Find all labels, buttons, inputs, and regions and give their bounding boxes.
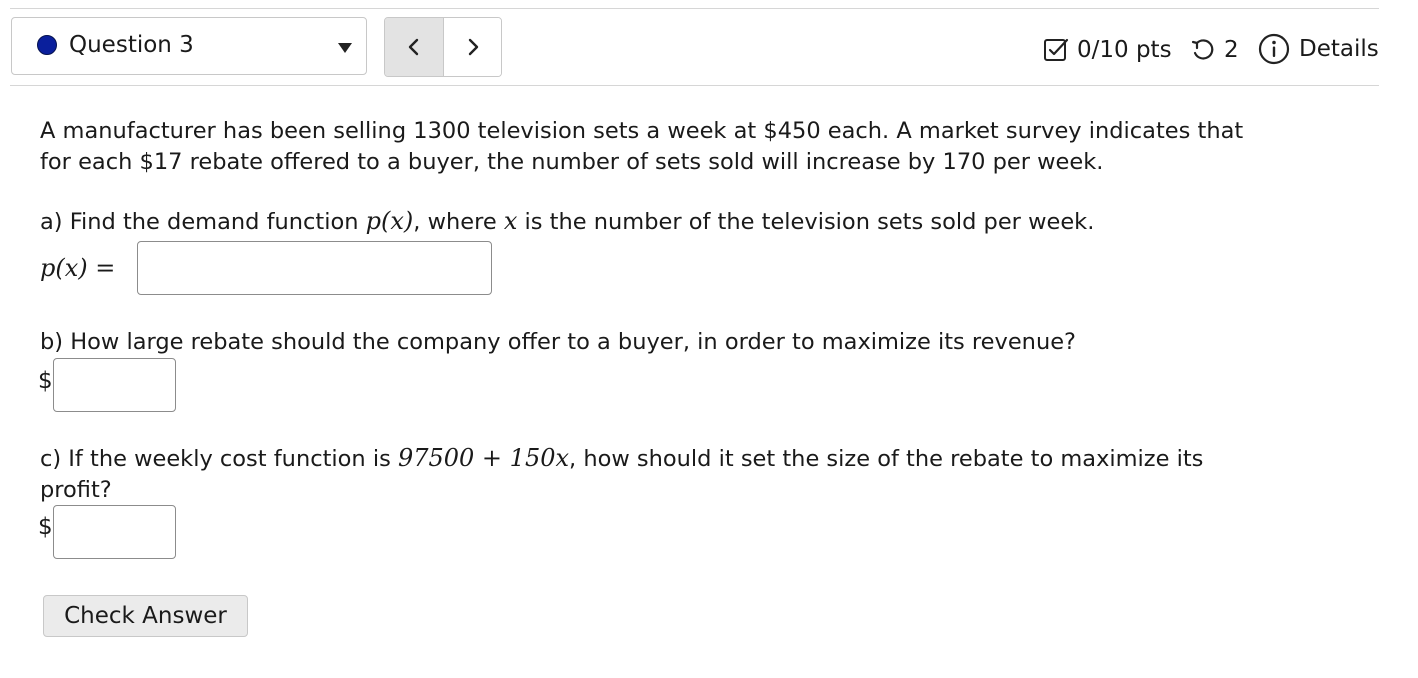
problem-line-1: A manufacturer has been selling 1300 tel… [40, 118, 1244, 144]
question-nav [384, 17, 502, 77]
part-c-formula: 97500 + 150x [397, 444, 570, 472]
problem-statement: A manufacturer has been selling 1300 tel… [40, 116, 1280, 178]
check-answer-button[interactable]: Check Answer [43, 595, 248, 637]
part-b-currency: $ [38, 368, 53, 394]
part-a-answer-input[interactable] [137, 241, 492, 295]
part-b-prompt: b) How large rebate should the company o… [40, 329, 1076, 355]
chevron-left-icon [408, 38, 419, 56]
details-button[interactable]: Details [1258, 31, 1379, 67]
attempts-display: 2 [1190, 34, 1239, 66]
question-status-dot [37, 35, 57, 55]
part-a-variable: x [503, 207, 518, 235]
part-a-answer-label: p(x) = [40, 254, 116, 282]
retry-icon [1191, 39, 1214, 60]
checkbox-icon [1044, 38, 1069, 61]
top-divider [10, 8, 1379, 9]
part-a-middle: , where [413, 209, 497, 235]
details-label: Details [1299, 36, 1379, 62]
part-c-suffix: , how should it set the size of the reba… [569, 446, 1204, 472]
problem-line-2: for each $17 rebate offered to a buyer, … [40, 149, 1104, 175]
previous-question-button[interactable] [385, 18, 444, 76]
part-c-prompt: c) If the weekly cost function is 97500 … [40, 443, 1290, 506]
part-a-prefix: a) Find the demand function [40, 209, 359, 235]
header-divider [10, 85, 1379, 86]
part-c-answer-input[interactable] [53, 505, 176, 559]
part-c-currency: $ [38, 514, 53, 540]
caret-down-icon [338, 43, 352, 53]
info-icon [1258, 33, 1290, 65]
score-display: 0/10 pts [1043, 34, 1172, 66]
next-question-button[interactable] [444, 18, 501, 76]
chevron-right-icon [468, 38, 479, 56]
part-c-line-2: profit? [40, 477, 112, 503]
question-selector-label: Question 3 [69, 32, 194, 58]
part-b-answer-input[interactable] [53, 358, 176, 412]
score-text: 0/10 pts [1077, 37, 1172, 63]
question-selector[interactable]: Question 3 [11, 17, 367, 75]
part-a-prompt: a) Find the demand function p(x), where … [40, 205, 1094, 238]
attempts-count: 2 [1224, 37, 1239, 63]
part-a-suffix: is the number of the television sets sol… [524, 209, 1095, 235]
part-a-function: p(x) [365, 207, 414, 235]
part-c-prefix: c) If the weekly cost function is [40, 446, 391, 472]
